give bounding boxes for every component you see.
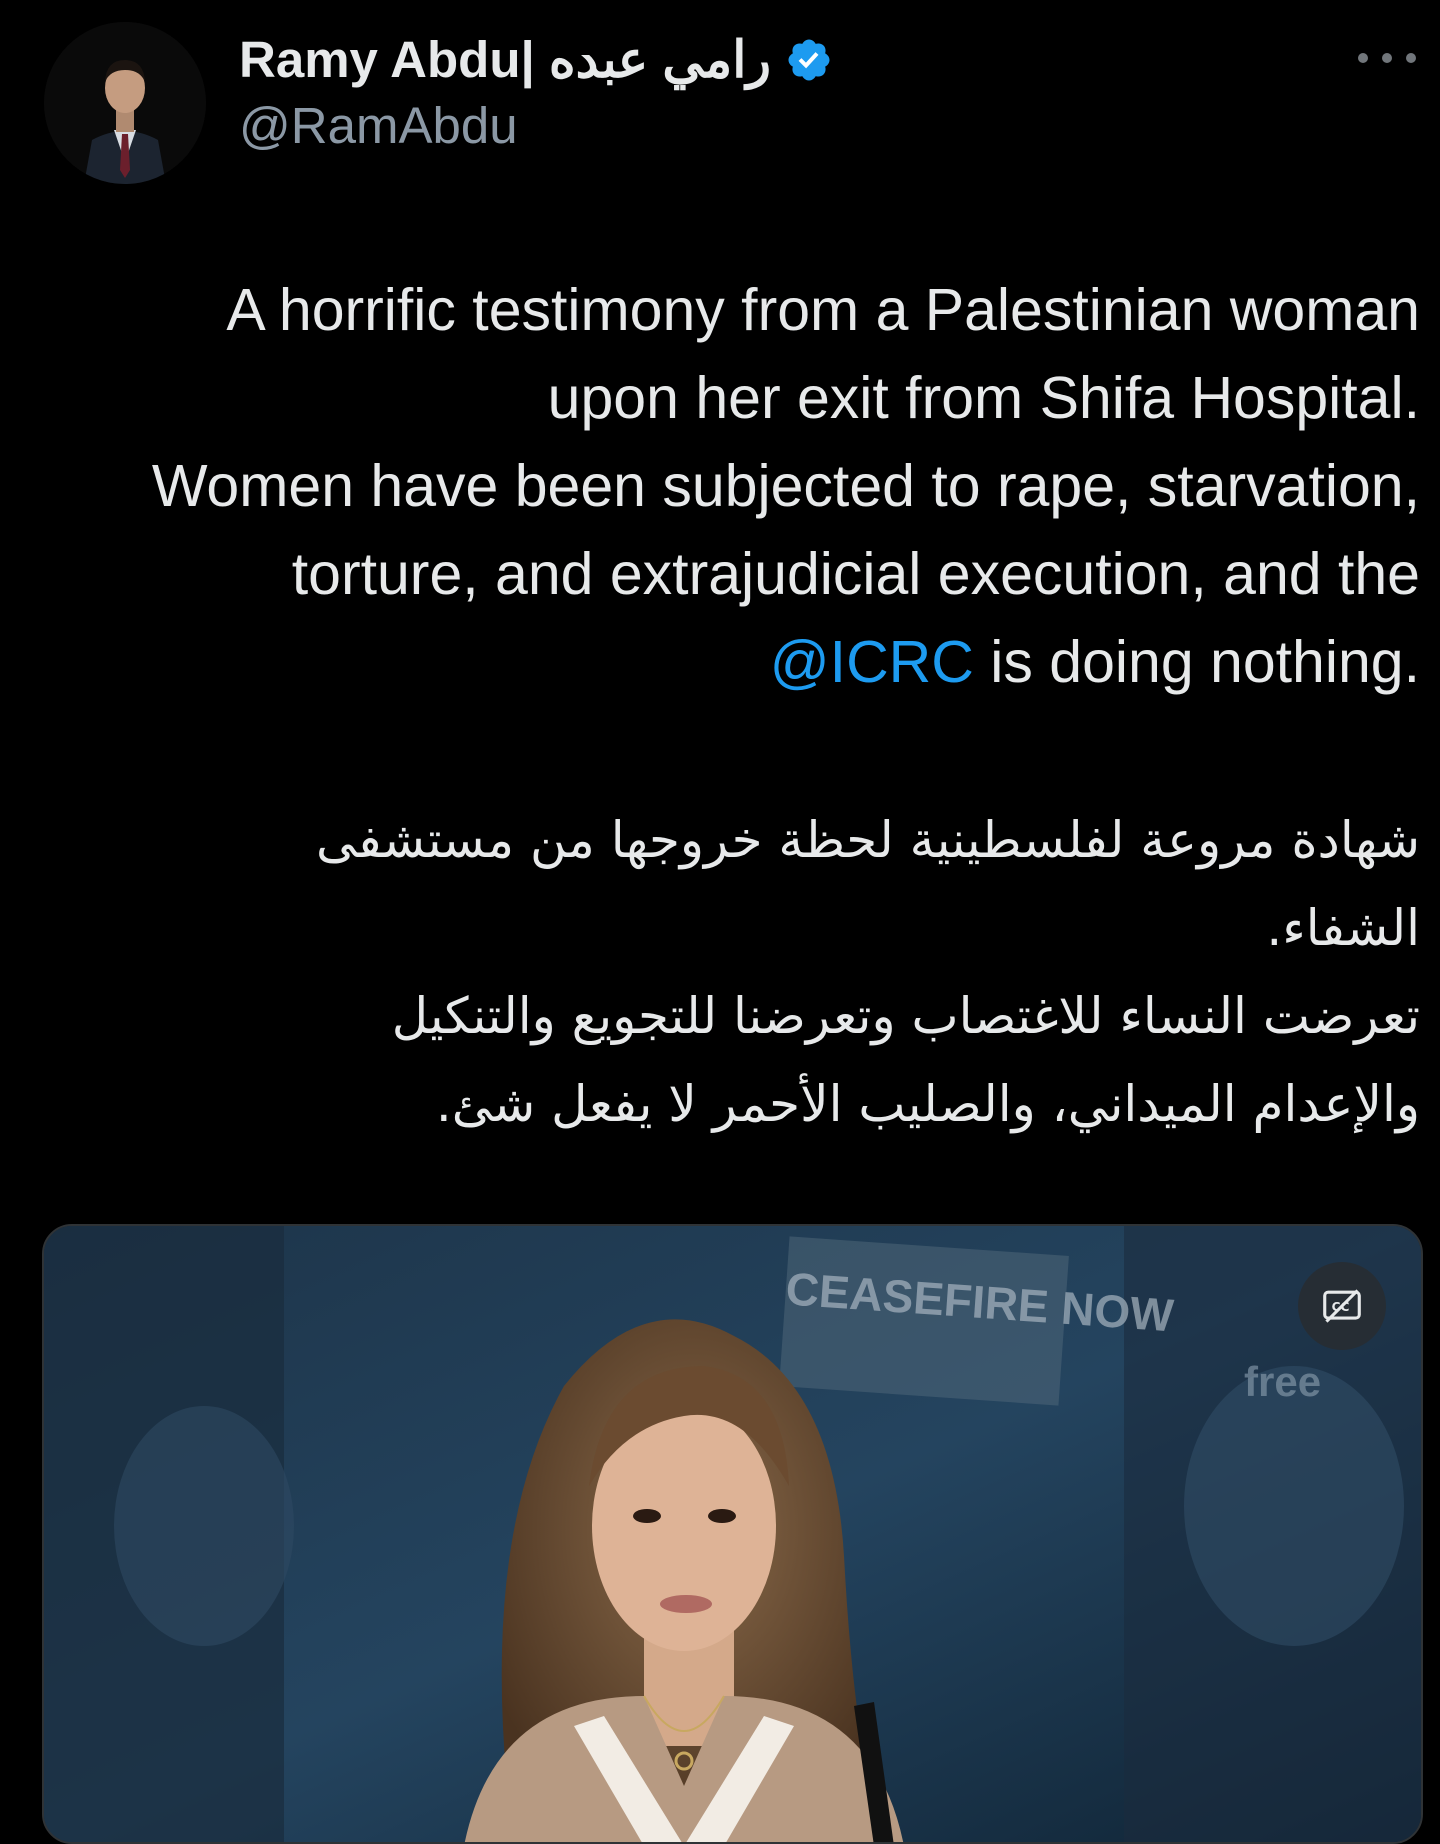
tweet-line: شهادة مروعة لفلسطينية لحظة خروجها من مست… [316, 811, 1420, 869]
avatar[interactable] [44, 22, 206, 184]
free-sign-text: free [1244, 1358, 1321, 1405]
tweet-line: الشفاء. [1266, 899, 1420, 957]
tweet-line: تعرضت النساء للاغتصاب وتعرضنا للتجويع وا… [391, 987, 1420, 1045]
more-options-icon[interactable] [1358, 46, 1416, 70]
author-handle[interactable]: @RamAbdu [239, 96, 518, 155]
tweet-line: Women have been subjected to rape, starv… [151, 453, 1420, 519]
verified-badge-icon [788, 39, 830, 81]
captions-off-button[interactable]: CC [1298, 1262, 1386, 1350]
tweet-line: upon her exit from Shifa Hospital. [547, 365, 1420, 431]
icrc-mention-link[interactable]: @ICRC [770, 629, 974, 695]
tweet-line: @ICRC is doing nothing. [40, 618, 1420, 706]
tweet-text-arabic: شهادة مروعة لفلسطينية لحظة خروجها من مست… [40, 796, 1420, 1148]
tweet-line: torture, and extrajudicial execution, an… [291, 541, 1420, 607]
avatar-image [44, 22, 206, 184]
tweet-video[interactable]: CEASEFIRE NOW free [42, 1224, 1423, 1844]
author-display-name[interactable]: Ramy Abdu| رامي عبده [239, 30, 771, 90]
tweet-line-rest: is doing nothing. [973, 629, 1420, 695]
author-name-row[interactable]: Ramy Abdu| رامي عبده [239, 30, 833, 90]
tweet-text-english: A horrific testimony from a Palestinian … [40, 266, 1420, 706]
tweet-line: A horrific testimony from a Palestinian … [226, 277, 1420, 343]
tweet-line: والإعدام الميداني، والصليب الأحمر لا يفع… [435, 1075, 1420, 1133]
captions-off-icon: CC [1323, 1289, 1361, 1323]
video-frame: CEASEFIRE NOW free [44, 1226, 1421, 1842]
